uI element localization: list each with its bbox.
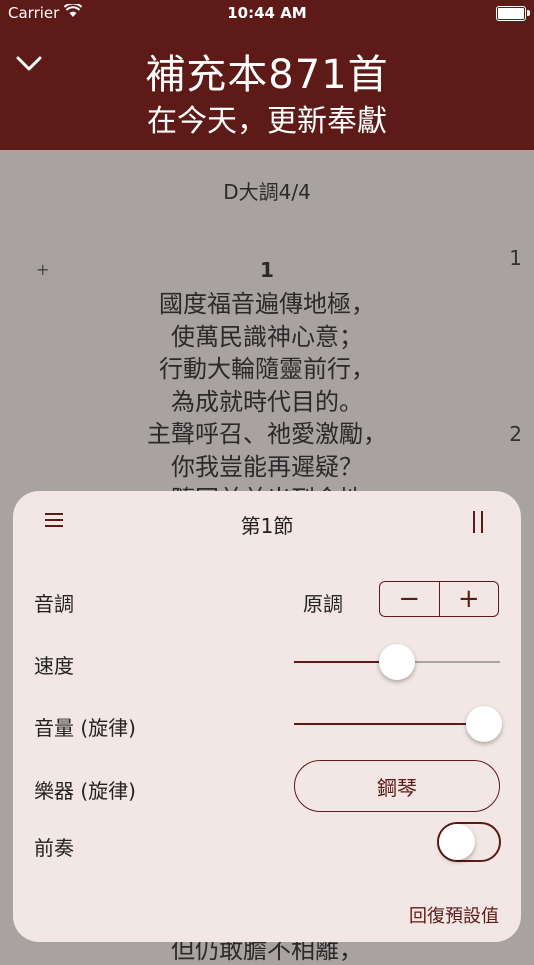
- nav-bar: 補充本871首 在今天，更新奉獻: [0, 28, 534, 150]
- lyric-line: 為成就時代目的。: [171, 387, 363, 416]
- clock: 10:44 AM: [227, 4, 307, 22]
- tempo-slider[interactable]: [294, 642, 500, 682]
- volume-label: 音量 (旋律): [34, 716, 136, 740]
- instrument-button[interactable]: 鋼琴: [294, 760, 500, 812]
- panel-title: 第1節: [240, 514, 294, 538]
- lyric-line: 主聲呼召、祂愛激勵，: [147, 420, 387, 448]
- tempo-label: 速度: [34, 654, 74, 678]
- margin-number-1: 1: [509, 246, 522, 270]
- pause-icon[interactable]: [473, 511, 485, 533]
- lyrics: 國度福音遍傳地極， 使萬民識神心意； 行動大輪隨靈前行， 為成就時代目的。 主聲…: [0, 288, 534, 516]
- key-value: 原調: [303, 592, 343, 616]
- battery-icon: [496, 6, 530, 21]
- volume-slider[interactable]: [294, 704, 502, 744]
- verse-number: 1: [260, 258, 274, 282]
- volume-slider-fill: [294, 723, 484, 725]
- key-increase-button[interactable]: +: [438, 582, 499, 616]
- lyric-line: 你我豈能再遲疑？: [171, 452, 363, 481]
- key-decrease-button[interactable]: −: [380, 582, 439, 616]
- song-title: 補充本871首: [145, 52, 389, 98]
- reset-defaults-button[interactable]: 回復預設值: [409, 902, 499, 928]
- lyric-line: 行動大輪隨靈前行，: [159, 355, 375, 383]
- volume-slider-thumb[interactable]: [465, 706, 502, 742]
- key-stepper: − +: [379, 581, 499, 617]
- instrument-label: 樂器 (旋律): [34, 779, 136, 803]
- playback-panel: 第1節 音調 原調 − + 速度 音量 (旋律) 樂器 (旋律) 鋼琴 前奏 回…: [13, 491, 521, 942]
- prelude-toggle[interactable]: [437, 822, 501, 862]
- key-label: 音調: [34, 592, 74, 616]
- key-signature: D大調4/4: [223, 180, 311, 204]
- lyric-line: 使萬民識神心意；: [171, 322, 363, 351]
- song-subtitle: 在今天，更新奉獻: [147, 104, 387, 139]
- status-bar: Carrier 10:44 AM: [0, 0, 534, 28]
- prelude-toggle-knob: [439, 824, 475, 860]
- prelude-label: 前奏: [34, 836, 74, 860]
- lyric-line: 國度福音遍傳地極，: [159, 290, 375, 318]
- tempo-slider-thumb[interactable]: [379, 644, 415, 680]
